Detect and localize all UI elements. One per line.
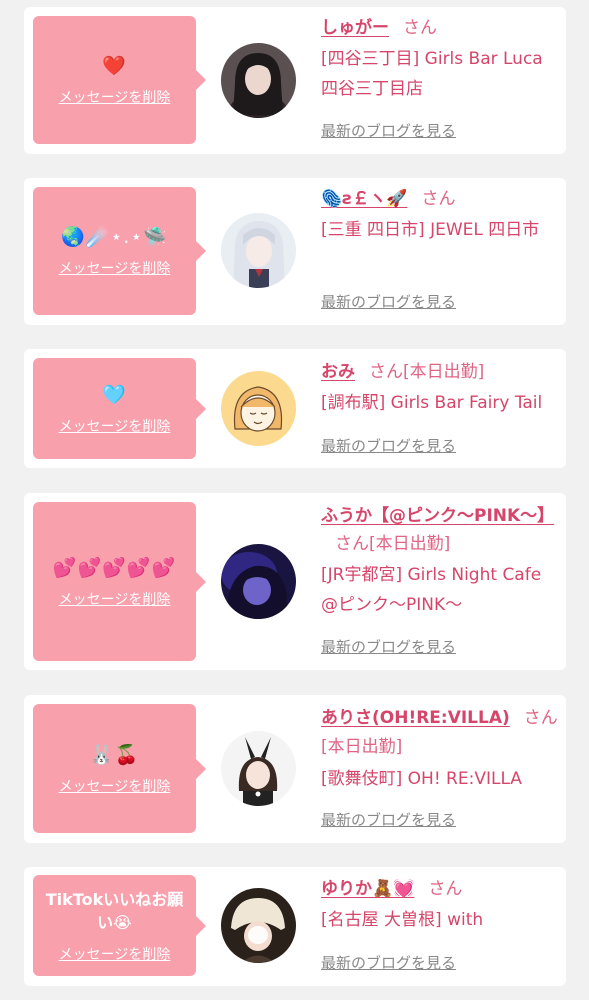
delete-message-link[interactable]: メッセージを削除 (59, 944, 171, 964)
avatar[interactable] (221, 888, 296, 963)
honorific: さん (523, 708, 558, 728)
cast-name-link[interactable]: ふうか【@ピンク〜PINK〜】 (321, 506, 554, 526)
message-bubble: 🐰🍒 メッセージを削除 (33, 704, 206, 833)
name-line: ありさ(OH!RE:VILLA) さん [本日出勤] (321, 704, 561, 762)
avatar[interactable] (221, 43, 296, 118)
card-info: しゅがー さん [四谷三丁目] Girls Bar Luca 四谷三丁目店 (321, 15, 561, 104)
card-info: ゆりか🧸💓 さん [名古屋 大曽根] with (321, 876, 561, 935)
avatar-dark-hair-girl-icon (221, 43, 296, 118)
message-bubble: 🌏☄️⋆.⋆🛸 メッセージを削除 (33, 187, 206, 315)
cast-name-link[interactable]: しゅがー (321, 18, 389, 38)
honorific: さん (335, 534, 369, 554)
card-info: 🫆ƨ￡ヽ🚀 さん [三重 四日市] JEWEL 四日市 (321, 186, 561, 245)
avatar-silver-hair-girl-icon (221, 213, 296, 288)
message-text: 🐰🍒 (89, 743, 140, 766)
message-bubble: TikTokいいねお願い😭 メッセージを削除 (33, 875, 206, 976)
shop-info: [三重 四日市] JEWEL 四日市 (321, 220, 540, 240)
message-bubble: 💕💕💕💕💕 メッセージを削除 (33, 502, 206, 661)
name-line: ゆりか🧸💓 さん (321, 876, 561, 903)
message-bubble: 🩵 メッセージを削除 (33, 358, 206, 459)
honorific: さん (403, 18, 437, 38)
message-card: 🌏☄️⋆.⋆🛸 メッセージを削除 🫆ƨ￡ヽ🚀 さん [三重 四日市] JEWEL … (24, 178, 566, 325)
avatar-bunny-girl-icon (221, 731, 296, 806)
avatar[interactable] (221, 731, 296, 806)
cast-name-link[interactable]: ゆりか🧸💓 (321, 879, 414, 899)
honorific: さん (369, 362, 403, 382)
message-card: 🩵 メッセージを削除 おみ さん[本日出勤] [調布駅] Girls Bar Fa… (24, 349, 566, 468)
cast-name-link[interactable]: 🫆ƨ￡ヽ🚀 (321, 189, 407, 209)
delete-message-link[interactable]: メッセージを削除 (59, 416, 171, 436)
message-card: 💕💕💕💕💕 メッセージを削除 ふうか【@ピンク〜PINK〜】さん[本日出勤] [… (24, 493, 566, 670)
view-blog-link[interactable]: 最新のブログを見る (321, 809, 456, 830)
delete-message-link[interactable]: メッセージを削除 (59, 589, 171, 609)
message-card: ❤️ メッセージを削除 しゅがー さん [四谷三丁目] Girls Bar Luc… (24, 7, 566, 154)
cast-name-link[interactable]: おみ (321, 362, 355, 382)
shop-info: [歌舞伎町] OH! RE:VILLA (321, 769, 522, 789)
status-badge: [本日出勤] (403, 362, 485, 382)
view-blog-link[interactable]: 最新のブログを見る (321, 636, 456, 657)
status-badge: [本日出勤] (321, 737, 403, 757)
view-blog-link[interactable]: 最新のブログを見る (321, 435, 456, 456)
view-blog-link[interactable]: 最新のブログを見る (321, 120, 456, 141)
name-line: ふうか【@ピンク〜PINK〜】さん[本日出勤] (321, 502, 561, 558)
avatar-cream-hat-girl-icon (221, 888, 296, 963)
honorific: さん (428, 879, 463, 899)
message-card: TikTokいいねお願い😭 メッセージを削除 ゆりか🧸💓 さん [名古屋 大曽根]… (24, 867, 566, 986)
card-info: ありさ(OH!RE:VILLA) さん [本日出勤] [歌舞伎町] OH! RE:V… (321, 704, 561, 794)
message-text: ❤️ (102, 55, 127, 77)
name-line: しゅがー さん (321, 15, 561, 42)
message-text: 🌏☄️⋆.⋆🛸 (61, 226, 168, 248)
card-info: ふうか【@ピンク〜PINK〜】さん[本日出勤] [JR宇都宮] Girls Ni… (321, 502, 561, 620)
view-blog-link[interactable]: 最新のブログを見る (321, 291, 456, 312)
delete-message-link[interactable]: メッセージを削除 (59, 87, 171, 107)
shop-info: [JR宇都宮] Girls Night Cafe @ピンク〜PINK〜 (321, 565, 542, 615)
shop-info: [名古屋 大曽根] with (321, 910, 484, 930)
avatar[interactable] (221, 371, 296, 446)
delete-message-link[interactable]: メッセージを削除 (59, 258, 171, 278)
avatar-illustrated-girl-icon (221, 371, 296, 446)
avatar[interactable] (221, 544, 296, 619)
delete-message-link[interactable]: メッセージを削除 (59, 776, 171, 796)
message-text: TikTokいいねお願い😭 (45, 889, 184, 932)
shop-info: [四谷三丁目] Girls Bar Luca 四谷三丁目店 (321, 49, 543, 99)
shop-info: [調布駅] Girls Bar Fairy Tail (321, 393, 543, 413)
avatar-purple-lit-girl-icon (221, 544, 296, 619)
status-badge: [本日出勤] (369, 534, 451, 554)
message-text: 🩵 (102, 383, 127, 406)
name-line: おみ さん[本日出勤] (321, 359, 561, 386)
message-text: 💕💕💕💕💕 (52, 556, 177, 579)
cast-name-link[interactable]: ありさ(OH!RE:VILLA) (321, 708, 510, 728)
honorific: さん (421, 189, 456, 209)
view-blog-link[interactable]: 最新のブログを見る (321, 952, 456, 973)
avatar[interactable] (221, 213, 296, 288)
message-card: 🐰🍒 メッセージを削除 ありさ(OH!RE:VILLA) さん [本日出勤] [歌舞… (24, 695, 566, 843)
message-bubble: ❤️ メッセージを削除 (33, 16, 206, 144)
name-line: 🫆ƨ￡ヽ🚀 さん (321, 186, 561, 213)
card-info: おみ さん[本日出勤] [調布駅] Girls Bar Fairy Tail (321, 359, 561, 418)
